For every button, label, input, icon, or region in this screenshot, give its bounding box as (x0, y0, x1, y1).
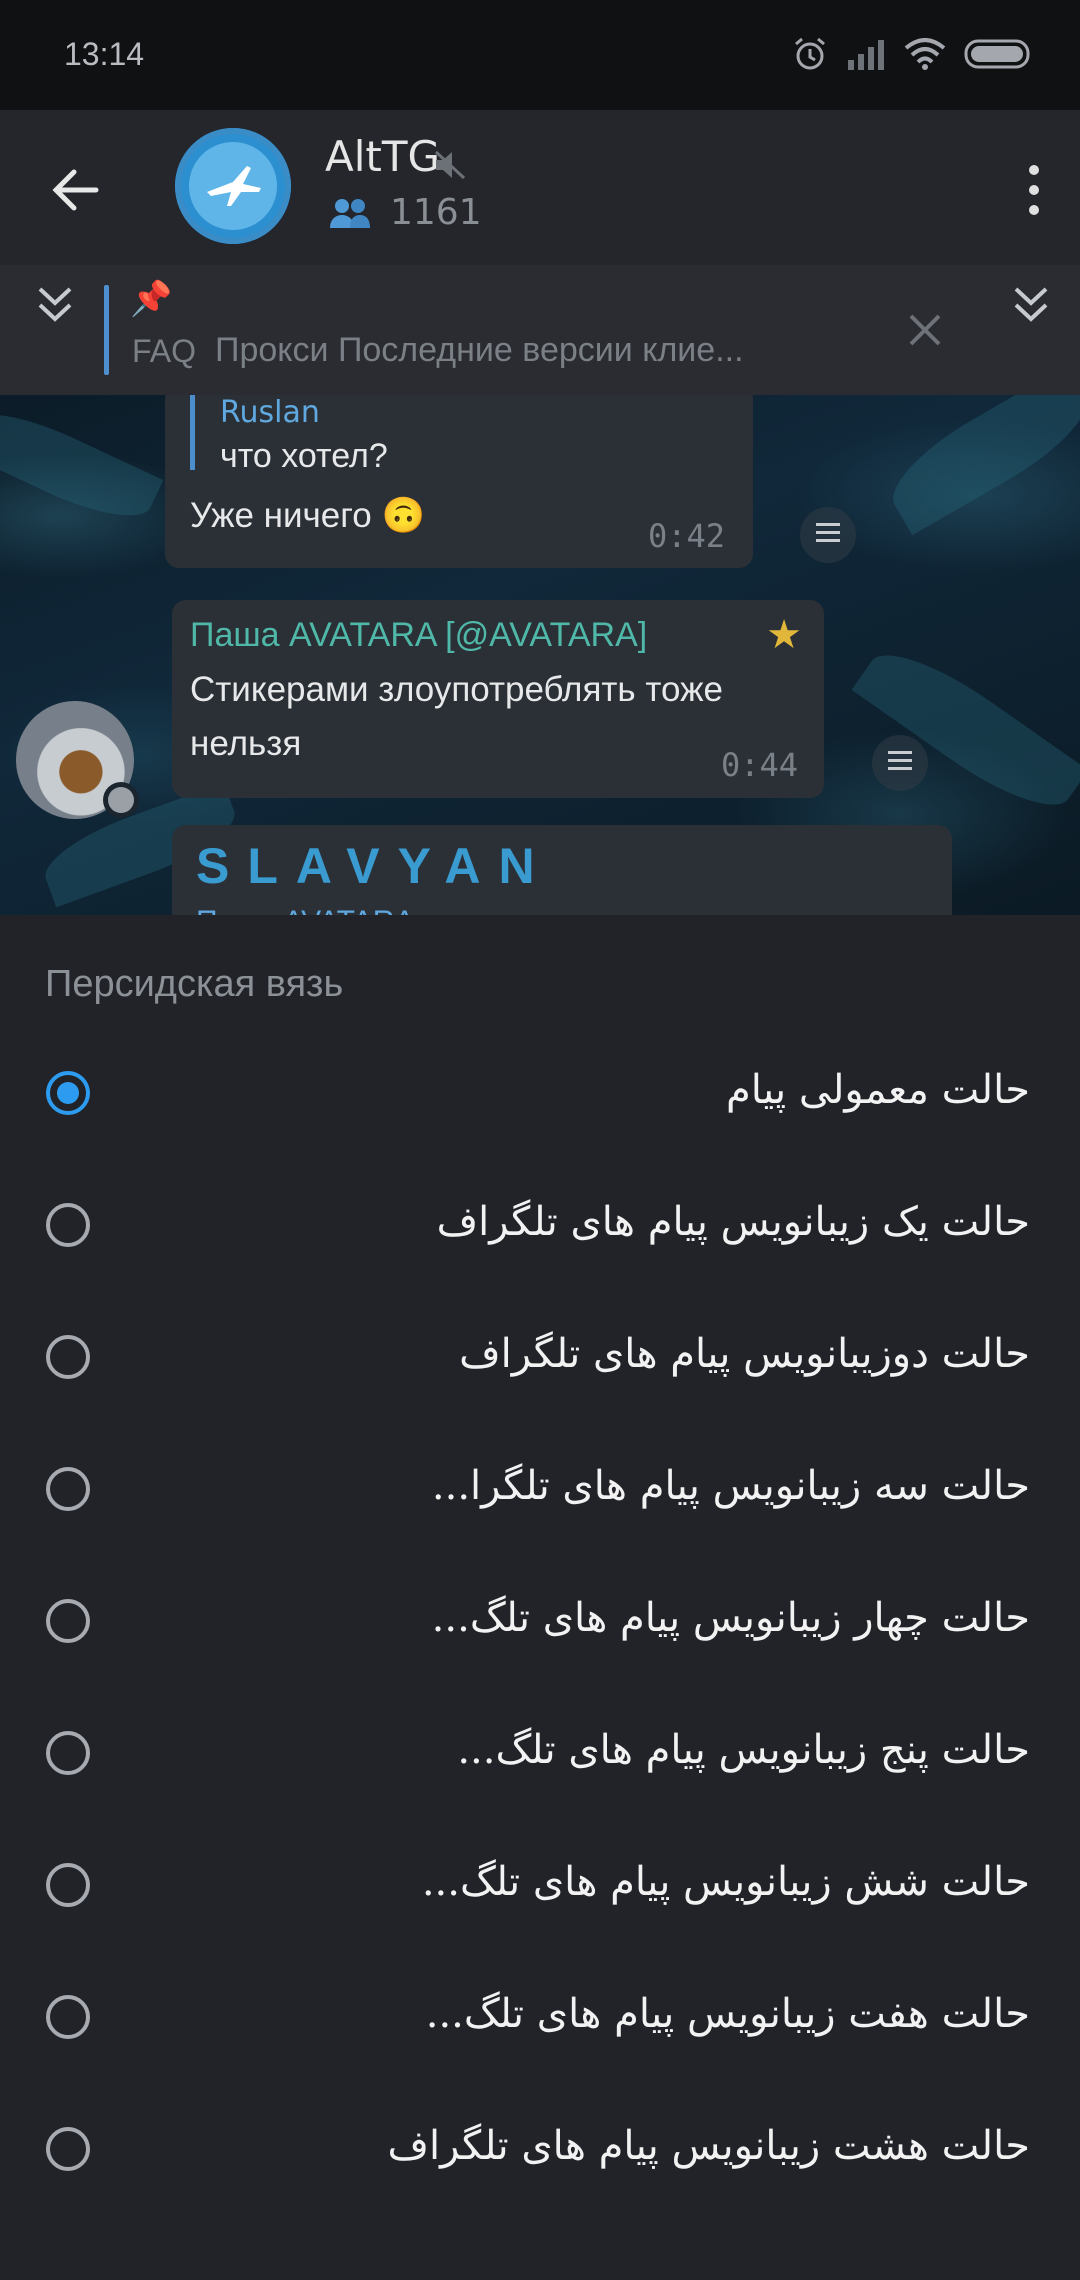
font-style-sheet: Персидская вязь حالت معمولی پیام حالت یک … (0, 915, 1080, 2280)
font-option-row[interactable]: حالت چهار زیبانویس پیام های تلگ... (0, 1561, 1080, 1693)
font-option-row[interactable]: حالت هشت زیبانویس پیام های تلگراف (0, 2089, 1080, 2221)
pinned-accent-bar (104, 285, 109, 375)
font-option-row[interactable]: حالت معمولی پیام (0, 1033, 1080, 1165)
message-menu-button[interactable] (800, 507, 856, 563)
reply-text: что хотел? (220, 437, 388, 475)
radio-button[interactable] (46, 1467, 90, 1511)
members-icon (330, 198, 370, 228)
message-time: 0:42 (647, 517, 725, 555)
message-bubble[interactable]: Ruslan что хотел? Уже ничего 🙃 0:42 (165, 395, 753, 568)
sticker-title: SLAVYAN (196, 838, 553, 894)
alarm-icon (795, 37, 825, 70)
chevron-double-down-icon[interactable] (1012, 283, 1050, 327)
font-option-label: حالت سه زیبانویس پیام های تلگرا... (431, 1463, 1030, 1509)
reply-bar (190, 395, 195, 470)
message-menu-button[interactable] (872, 735, 928, 791)
star-icon: ★ (766, 613, 802, 657)
font-option-row[interactable]: حالت دوزیبانویس پیام های تلگراف (0, 1297, 1080, 1429)
font-option-row[interactable]: حالت یک زیبانویس پیام های تلگراف (0, 1165, 1080, 1297)
menu-lines-icon (888, 751, 912, 754)
radio-button[interactable] (46, 1599, 90, 1643)
menu-lines-icon (816, 523, 840, 526)
message-text: Уже ничего 🙃 (190, 496, 426, 535)
chat-header: AltTG 1161 (0, 110, 1080, 265)
wallpaper-leaf (0, 395, 164, 535)
reply-author: Паша AVATARA (196, 905, 414, 915)
font-option-label: حالت دوزیبانویس پیام های تلگراف (459, 1331, 1030, 1377)
message-sender[interactable]: Паша AVATARA [@AVATARA] (190, 616, 647, 655)
wallpaper-leaf (851, 632, 1080, 828)
chevron-double-down-icon[interactable] (36, 283, 74, 327)
message-text-line: нельзя (190, 724, 302, 763)
font-option-label: حالت یک زیبانویس پیام های تلگراف (436, 1199, 1030, 1245)
radio-button[interactable] (46, 1335, 90, 1379)
battery-icon (964, 39, 1030, 69)
font-option-label: حالت معمولی پیام (725, 1067, 1030, 1113)
pinned-message-bar[interactable]: 📌 FAQ Прокси Последние версии клие... (0, 265, 1080, 395)
message-text-line: Стикерами злоупотреблять тоже (190, 670, 723, 709)
message-bubble[interactable]: SLAVYAN Паша AVATARA (172, 825, 952, 915)
message-bubble[interactable]: Паша AVATARA [@AVATARA] ★ Стикерами злоу… (172, 600, 824, 798)
jet-logo-icon (207, 166, 261, 206)
muted-icon (434, 150, 466, 180)
chat-area[interactable]: Ruslan что хотел? Уже ничего 🙃 0:42 Паша… (0, 395, 1080, 915)
font-option-label: حالت پنج زیبانویس پیام های تلگ... (457, 1727, 1030, 1773)
radio-button[interactable] (46, 1203, 90, 1247)
font-option-row[interactable]: حالت سه زیبانویس پیام های تلگرا... (0, 1429, 1080, 1561)
close-icon[interactable] (905, 310, 945, 350)
wifi-icon (904, 38, 946, 70)
font-option-label: حالت شش زیبانویس پیام های تلگ... (421, 1859, 1030, 1905)
font-option-row[interactable]: حالت پنج زیبانویس پیام های تلگ... (0, 1693, 1080, 1825)
pinned-faq: FAQ (132, 333, 197, 369)
reply-author: Ruslan (220, 395, 320, 430)
font-option-label: حالت هشت زیبانویس پیام های تلگراف (387, 2123, 1031, 2169)
online-dot (108, 787, 134, 813)
back-arrow-icon[interactable] (46, 160, 106, 220)
status-icons (792, 36, 1034, 72)
signal-icon (848, 40, 884, 70)
pushpin-icon: 📌 (130, 280, 173, 318)
radio-button[interactable] (46, 1731, 90, 1775)
status-bar: 13:14 (0, 0, 1080, 110)
member-count: 1161 (328, 192, 482, 233)
more-options-icon[interactable] (1016, 160, 1052, 220)
status-time: 13:14 (64, 36, 145, 72)
radio-button[interactable] (46, 1863, 90, 1907)
sheet-title: Персидская вязь (45, 963, 344, 1005)
font-option-row[interactable]: حالت شش زیبانویس پیام های تلگ... (0, 1825, 1080, 1957)
radio-button[interactable] (46, 1995, 90, 2039)
user-avatar[interactable] (16, 701, 134, 819)
member-count-value: 1161 (390, 192, 482, 233)
channel-avatar[interactable] (175, 128, 291, 244)
radio-button[interactable] (46, 1071, 90, 1115)
pinned-text: Прокси Последние версии клие... (215, 331, 744, 369)
font-option-row[interactable]: حالت هفت زیبانویس پیام های تلگ... (0, 1957, 1080, 2089)
font-option-label: حالت چهار زیبانویس پیام های تلگ... (431, 1595, 1030, 1641)
message-time: 0:44 (720, 746, 798, 784)
wallpaper-leaf (877, 395, 1080, 536)
radio-button[interactable] (46, 2127, 90, 2171)
channel-title[interactable]: AltTG (325, 132, 440, 181)
font-option-label: حالت هفت زیبانویس پیام های تلگ... (425, 1991, 1030, 2037)
